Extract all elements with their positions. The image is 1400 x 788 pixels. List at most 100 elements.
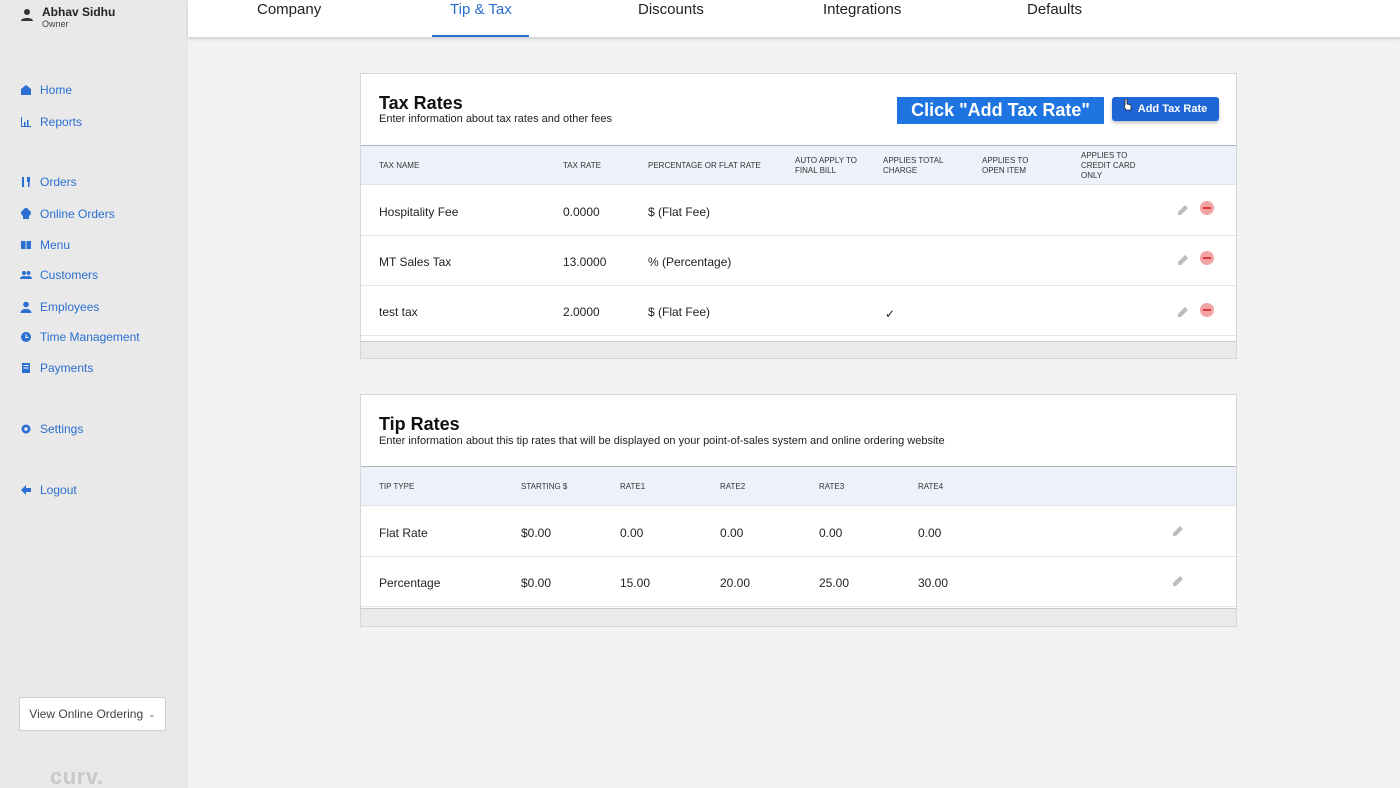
tab-company[interactable]: Company (257, 0, 321, 37)
column-header: STARTING $ (521, 482, 568, 491)
sidebar: Abhav Sidhu Owner Home Reports Orders On… (0, 0, 188, 788)
sidebar-item-label: Payments (40, 361, 94, 375)
tax-table-footer (361, 341, 1236, 358)
clock-icon (21, 332, 31, 342)
sidebar-item-label: Time Management (40, 330, 140, 344)
sidebar-item-customers[interactable]: Customers (20, 268, 98, 282)
tip-rates-card: Tip Rates Enter information about this t… (360, 394, 1237, 627)
tip-start: $0.00 (521, 526, 552, 540)
tab-defaults[interactable]: Defaults (1027, 0, 1082, 37)
tax-rate: 13.0000 (563, 255, 607, 269)
sidebar-item-time-management[interactable]: Time Management (20, 330, 140, 344)
column-header: RATE3 (819, 482, 845, 491)
user-role: Owner (42, 19, 69, 29)
tip-type: Flat Rate (379, 526, 428, 540)
active-tab-indicator (432, 35, 529, 37)
tip-rate1: 0.00 (620, 526, 644, 540)
tip-start: $0.00 (521, 576, 552, 590)
remove-icon[interactable] (1200, 251, 1214, 265)
table-row: Hospitality Fee 0.0000 $ (Flat Fee) (361, 186, 1236, 236)
sidebar-item-payments[interactable]: Payments (20, 361, 93, 375)
tab-tip-tax[interactable]: Tip & Tax (450, 0, 512, 37)
chef-hat-icon (21, 208, 31, 219)
user-icon (21, 9, 33, 21)
sidebar-item-home[interactable]: Home (20, 83, 72, 97)
home-icon (21, 85, 31, 95)
tax-rates-card: Tax Rates Enter information about tax ra… (360, 73, 1237, 359)
table-row: MT Sales Tax 13.0000 % (Percentage) (361, 236, 1236, 286)
column-header: TIP TYPE (379, 482, 415, 491)
edit-icon[interactable] (1171, 574, 1185, 588)
top-tab-bar (188, 0, 1400, 37)
person-icon (20, 301, 32, 313)
column-header: RATE1 (620, 482, 646, 491)
column-header: RATE2 (720, 482, 746, 491)
sidebar-item-online-orders[interactable]: Online Orders (20, 207, 115, 221)
sidebar-item-orders[interactable]: Orders (20, 175, 77, 189)
view-online-ordering-button[interactable]: View Online Ordering ⌄ (19, 697, 166, 731)
column-header: AUTO APPLY TO FINAL BILL (795, 156, 857, 175)
sidebar-item-settings[interactable]: Settings (20, 422, 83, 436)
table-row: Flat Rate $0.00 0.00 0.00 0.00 0.00 (361, 507, 1236, 557)
tax-name: MT Sales Tax (379, 255, 452, 269)
sidebar-item-label: Home (40, 83, 73, 97)
add-tax-rate-label: Add Tax Rate (1137, 103, 1208, 115)
tip-rates-title: Tip Rates (379, 414, 460, 434)
tax-rate: 0.0000 (563, 205, 600, 219)
tax-rates-subtitle: Enter information about tax rates and ot… (379, 113, 612, 125)
column-header: RATE4 (918, 482, 944, 491)
tip-rate1: 15.00 (620, 576, 651, 590)
sidebar-item-label: Online Orders (40, 207, 115, 221)
chevron-down-icon: ⌄ (148, 708, 156, 719)
tax-type: $ (Flat Fee) (648, 305, 711, 319)
edit-icon[interactable] (1176, 203, 1190, 217)
instruction-callout: Click "Add Tax Rate" (896, 96, 1105, 125)
user-name: Abhav Sidhu (42, 5, 116, 19)
view-online-label: View Online Ordering (29, 707, 144, 721)
tax-rates-title: Tax Rates (379, 93, 463, 113)
tax-name: Hospitality Fee (379, 205, 459, 219)
sidebar-item-label: Menu (40, 238, 71, 252)
edit-icon[interactable] (1171, 524, 1185, 538)
sidebar-item-label: Reports (40, 115, 83, 129)
sidebar-item-label: Customers (40, 268, 99, 282)
tip-rate3: 25.00 (819, 576, 850, 590)
chart-icon (21, 117, 31, 127)
receipt-icon (22, 363, 30, 373)
remove-icon[interactable] (1200, 201, 1214, 215)
column-header: PERCENTAGE OR FLAT RATE (648, 161, 761, 170)
sidebar-item-label: Orders (40, 175, 77, 189)
tip-type: Percentage (379, 576, 441, 590)
tab-discounts[interactable]: Discounts (638, 0, 704, 37)
column-header: APPLIES TO CREDIT CARD ONLY (1081, 151, 1136, 180)
arrow-left-icon (21, 485, 31, 495)
table-row: Percentage $0.00 15.00 20.00 25.00 30.00 (361, 557, 1236, 607)
utensils-icon (22, 177, 30, 187)
table-row: test tax 2.0000 $ (Flat Fee) ✓ (361, 286, 1236, 336)
edit-icon[interactable] (1176, 305, 1190, 319)
edit-icon[interactable] (1176, 253, 1190, 267)
tip-table-header: TIP TYPE STARTING $ RATE1 RATE2 RATE3 RA… (361, 466, 1236, 506)
gear-icon (21, 424, 31, 434)
sidebar-item-label: Employees (40, 300, 100, 314)
tax-type: % (Percentage) (648, 255, 732, 269)
column-header: APPLIES TO OPEN ITEM (982, 156, 1029, 175)
sidebar-item-reports[interactable]: Reports (20, 115, 82, 129)
people-icon (20, 271, 32, 279)
sidebar-item-label: Logout (40, 483, 77, 497)
user-profile[interactable]: Abhav Sidhu Owner (20, 5, 115, 29)
applies-total-check: ✓ (885, 307, 896, 321)
book-icon (21, 241, 31, 249)
tip-rate4: 30.00 (918, 576, 949, 590)
sidebar-item-employees[interactable]: Employees (20, 300, 99, 314)
tab-integrations[interactable]: Integrations (823, 0, 901, 37)
tax-name: test tax (379, 305, 418, 319)
column-header: TAX RATE (563, 161, 601, 170)
remove-icon[interactable] (1200, 303, 1214, 317)
tip-table-footer (361, 608, 1236, 626)
sidebar-item-menu[interactable]: Menu (20, 238, 70, 252)
tip-rate2: 0.00 (720, 526, 744, 540)
tax-table-header: TAX NAME TAX RATE PERCENTAGE OR FLAT RAT… (361, 145, 1236, 185)
tip-rate4: 0.00 (918, 526, 942, 540)
sidebar-item-logout[interactable]: Logout (20, 483, 77, 497)
